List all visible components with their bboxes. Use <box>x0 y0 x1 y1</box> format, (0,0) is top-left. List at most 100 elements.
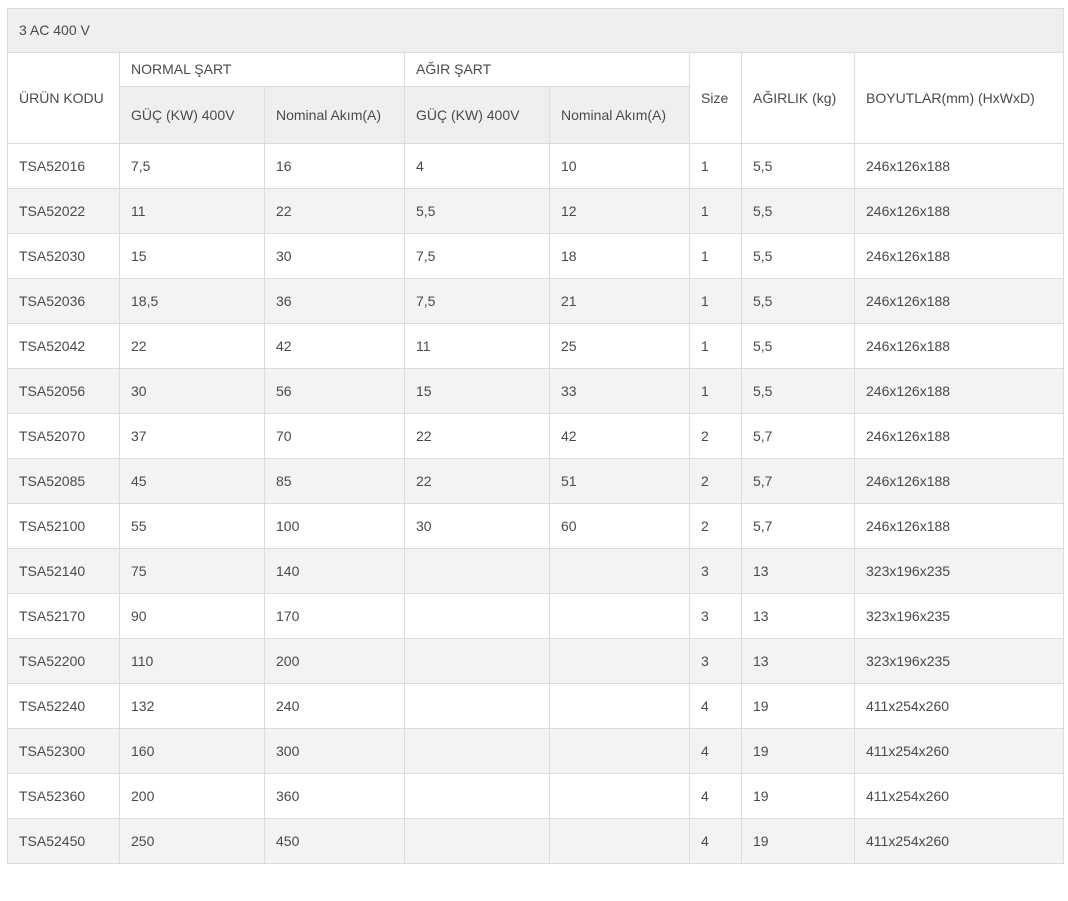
cell-heavy-current <box>549 818 690 864</box>
cell-normal-power: 18,5 <box>119 278 265 324</box>
cell-normal-power: 75 <box>119 548 265 594</box>
table-row: TSA52140 75 140 3 13 323x196x235 <box>7 548 1065 594</box>
cell-normal-power: 37 <box>119 413 265 459</box>
table-row: TSA52300 160 300 4 19 411x254x260 <box>7 728 1065 774</box>
cell-normal-power: 250 <box>119 818 265 864</box>
cell-heavy-power <box>404 548 550 594</box>
cell-normal-current: 70 <box>264 413 405 459</box>
table-row: TSA52100 55 100 30 60 2 5,7 246x126x188 <box>7 503 1065 549</box>
cell-weight: 13 <box>741 593 855 639</box>
cell-weight: 5,7 <box>741 458 855 504</box>
cell-heavy-current <box>549 773 690 819</box>
table-row: TSA52016 7,5 16 4 10 1 5,5 246x126x188 <box>7 143 1065 189</box>
cell-heavy-current <box>549 548 690 594</box>
cell-weight: 5,5 <box>741 278 855 324</box>
cell-heavy-current: 18 <box>549 233 690 279</box>
cell-normal-power: 132 <box>119 683 265 729</box>
cell-size: 3 <box>689 548 742 594</box>
cell-heavy-power <box>404 593 550 639</box>
table-row: TSA52240 132 240 4 19 411x254x260 <box>7 683 1065 729</box>
cell-normal-power: 160 <box>119 728 265 774</box>
cell-heavy-current: 12 <box>549 188 690 234</box>
cell-weight: 5,5 <box>741 143 855 189</box>
cell-normal-power: 55 <box>119 503 265 549</box>
cell-normal-current: 450 <box>264 818 405 864</box>
header-heavy-power: GÜÇ (KW) 400V <box>404 86 550 144</box>
cell-normal-power: 110 <box>119 638 265 684</box>
table-row: TSA52056 30 56 15 33 1 5,5 246x126x188 <box>7 368 1065 414</box>
cell-normal-current: 30 <box>264 233 405 279</box>
cell-normal-current: 42 <box>264 323 405 369</box>
header-weight: AĞIRLIK (kg) <box>741 52 855 144</box>
cell-heavy-current: 10 <box>549 143 690 189</box>
cell-heavy-power: 30 <box>404 503 550 549</box>
cell-normal-current: 200 <box>264 638 405 684</box>
cell-weight: 19 <box>741 773 855 819</box>
cell-weight: 19 <box>741 728 855 774</box>
cell-heavy-power: 7,5 <box>404 233 550 279</box>
cell-size: 1 <box>689 233 742 279</box>
cell-dimensions: 246x126x188 <box>853 503 1065 549</box>
table-row: TSA52360 200 360 4 19 411x254x260 <box>7 773 1065 819</box>
cell-normal-current: 16 <box>264 143 405 189</box>
cell-product-code: TSA52300 <box>7 728 120 774</box>
cell-dimensions: 246x126x188 <box>853 233 1065 279</box>
cell-heavy-current <box>549 683 690 729</box>
cell-size: 2 <box>689 458 742 504</box>
table-row: TSA52085 45 85 22 51 2 5,7 246x126x188 <box>7 458 1065 504</box>
cell-heavy-power <box>404 773 550 819</box>
cell-heavy-current <box>549 593 690 639</box>
cell-heavy-current: 60 <box>549 503 690 549</box>
cell-size: 4 <box>689 818 742 864</box>
cell-heavy-power: 15 <box>404 368 550 414</box>
header-normal-current: Nominal Akım(A) <box>264 86 405 144</box>
cell-normal-power: 15 <box>119 233 265 279</box>
cell-weight: 5,5 <box>741 233 855 279</box>
cell-dimensions: 246x126x188 <box>853 368 1065 414</box>
cell-heavy-power: 22 <box>404 413 550 459</box>
cell-heavy-current: 21 <box>549 278 690 324</box>
table-row: TSA52450 250 450 4 19 411x254x260 <box>7 818 1065 864</box>
cell-product-code: TSA52170 <box>7 593 120 639</box>
cell-product-code: TSA52070 <box>7 413 120 459</box>
cell-normal-power: 30 <box>119 368 265 414</box>
cell-heavy-current: 42 <box>549 413 690 459</box>
cell-size: 1 <box>689 323 742 369</box>
header-heavy-condition: AĞIR ŞART <box>404 52 690 87</box>
cell-normal-current: 140 <box>264 548 405 594</box>
header-normal-power: GÜÇ (KW) 400V <box>119 86 265 144</box>
header-dimensions: BOYUTLAR(mm) (HxWxD) <box>853 52 1065 144</box>
cell-dimensions: 323x196x235 <box>853 638 1065 684</box>
cell-dimensions: 246x126x188 <box>853 323 1065 369</box>
cell-heavy-power: 5,5 <box>404 188 550 234</box>
cell-product-code: TSA52085 <box>7 458 120 504</box>
cell-dimensions: 411x254x260 <box>853 818 1065 864</box>
cell-dimensions: 246x126x188 <box>853 143 1065 189</box>
cell-product-code: TSA52360 <box>7 773 120 819</box>
cell-normal-power: 11 <box>119 188 265 234</box>
cell-heavy-power <box>404 638 550 684</box>
cell-normal-power: 90 <box>119 593 265 639</box>
table-title: 3 AC 400 V <box>6 8 1065 53</box>
cell-dimensions: 246x126x188 <box>853 413 1065 459</box>
cell-size: 2 <box>689 413 742 459</box>
cell-normal-current: 240 <box>264 683 405 729</box>
cell-normal-current: 170 <box>264 593 405 639</box>
cell-product-code: TSA52016 <box>7 143 120 189</box>
cell-product-code: TSA52100 <box>7 503 120 549</box>
cell-product-code: TSA52450 <box>7 818 120 864</box>
cell-dimensions: 411x254x260 <box>853 773 1065 819</box>
cell-normal-current: 85 <box>264 458 405 504</box>
cell-size: 1 <box>689 278 742 324</box>
cell-weight: 5,7 <box>741 413 855 459</box>
cell-normal-power: 22 <box>119 323 265 369</box>
cell-normal-current: 100 <box>264 503 405 549</box>
cell-size: 4 <box>689 728 742 774</box>
cell-heavy-power: 22 <box>404 458 550 504</box>
table-row: TSA52030 15 30 7,5 18 1 5,5 246x126x188 <box>7 233 1065 279</box>
cell-size: 1 <box>689 368 742 414</box>
cell-heavy-current: 33 <box>549 368 690 414</box>
cell-dimensions: 411x254x260 <box>853 683 1065 729</box>
cell-size: 3 <box>689 638 742 684</box>
cell-size: 2 <box>689 503 742 549</box>
